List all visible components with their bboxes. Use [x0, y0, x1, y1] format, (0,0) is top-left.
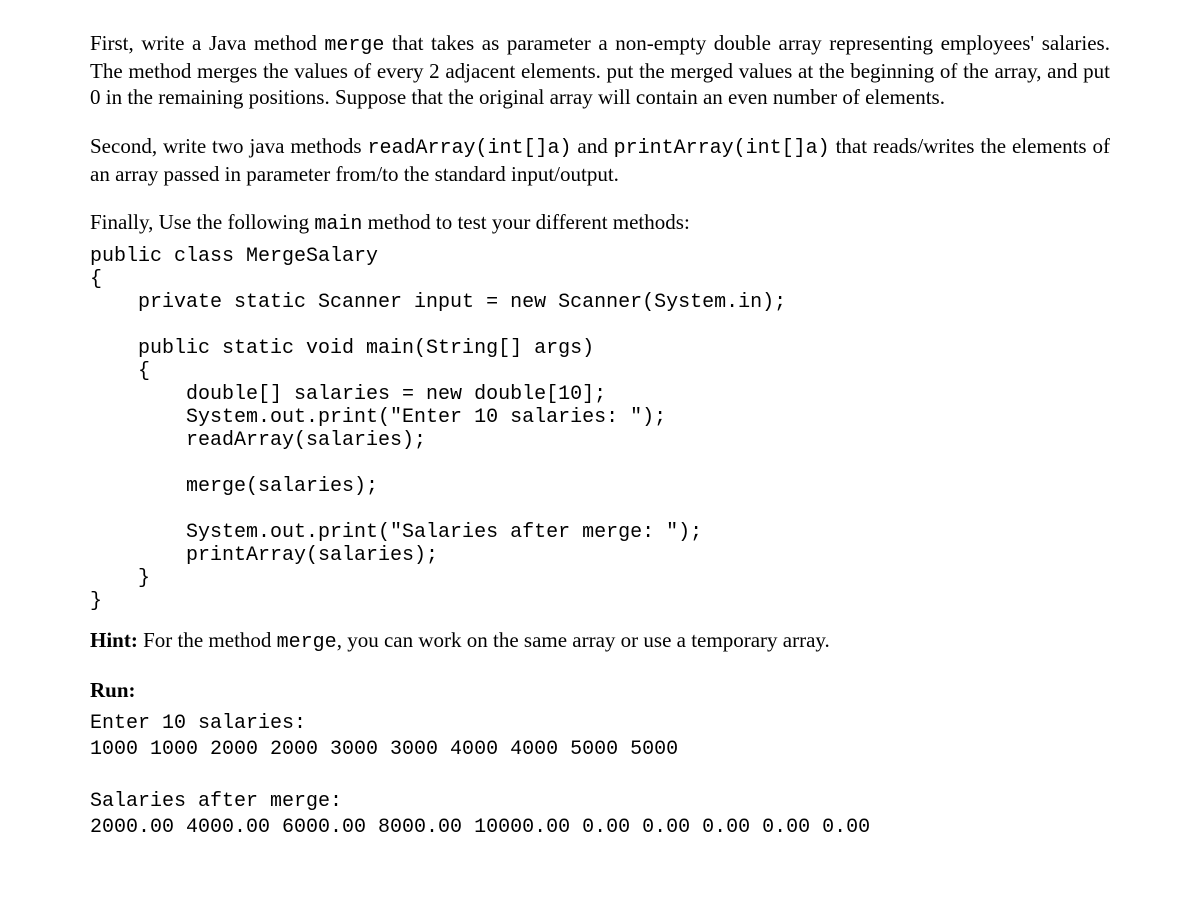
run-line4: 2000.00 4000.00 6000.00 8000.00 10000.00… — [90, 816, 870, 839]
paragraph-finally: Finally, Use the following main method t… — [90, 209, 1110, 237]
inline-code-merge: merge — [324, 34, 384, 57]
text: Second, write two java methods — [90, 134, 367, 158]
paragraph-second: Second, write two java methods readArray… — [90, 133, 1110, 187]
text: and — [571, 134, 613, 158]
run-heading: Run: — [90, 678, 136, 702]
text: , you can work on the same array or use … — [337, 628, 830, 652]
text: Finally, Use the following — [90, 210, 314, 234]
run-line1: Enter 10 salaries: — [90, 712, 306, 735]
hint-label: Hint: — [90, 628, 138, 652]
inline-code-main: main — [314, 213, 362, 236]
run-label: Run: — [90, 677, 1110, 703]
text: For the method — [138, 628, 277, 652]
inline-code-readarray: readArray(int[]a) — [367, 137, 571, 160]
text: First, write a Java method — [90, 31, 324, 55]
code-block-main: public class MergeSalary { private stati… — [90, 245, 1110, 613]
run-output: Enter 10 salaries: 1000 1000 2000 2000 3… — [90, 711, 1110, 841]
text: method to test your different methods: — [362, 210, 689, 234]
inline-code-merge-hint: merge — [277, 631, 337, 654]
inline-code-printarray: printArray(int[]a) — [614, 137, 830, 160]
paragraph-first: First, write a Java method merge that ta… — [90, 30, 1110, 111]
paragraph-hint: Hint: For the method merge, you can work… — [90, 627, 1110, 655]
run-line2: 1000 1000 2000 2000 3000 3000 4000 4000 … — [90, 738, 678, 761]
run-line3: Salaries after merge: — [90, 790, 342, 813]
